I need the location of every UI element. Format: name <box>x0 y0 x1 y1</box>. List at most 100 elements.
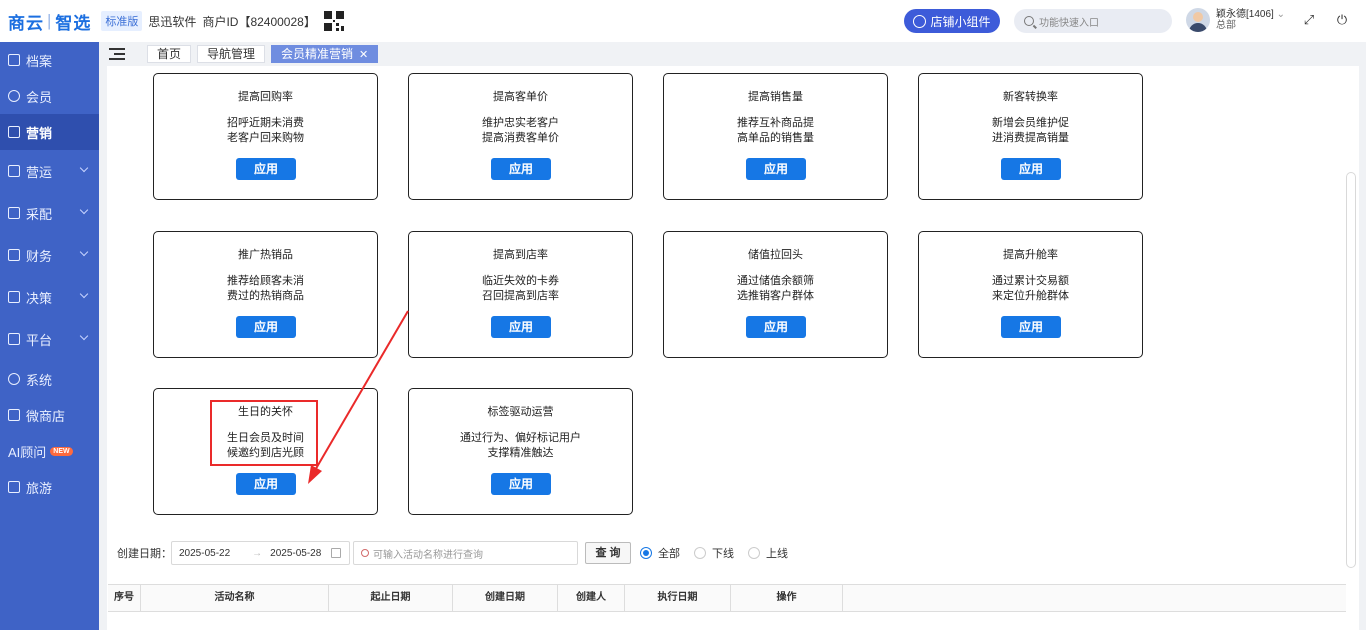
radio-label: 全部 <box>658 548 680 560</box>
chevron-down-icon <box>79 247 89 257</box>
card-description: 通过行为、偏好标记用户 支撑精准触达 <box>460 432 581 459</box>
chevron-down-icon <box>79 331 89 341</box>
activity-search-input[interactable]: 可输入活动名称进行查询 <box>353 541 578 565</box>
sidebar-item-label: 微商店 <box>26 408 66 424</box>
power-icon[interactable]: ⏻ <box>1335 13 1349 27</box>
apply-button[interactable]: 应用 <box>236 316 296 338</box>
sidebar-item-finance[interactable]: 财务 <box>0 234 99 276</box>
tab-label: 首页 <box>157 47 182 61</box>
radio-label: 上线 <box>766 548 788 560</box>
card-title: 新客转换率 <box>1003 91 1058 103</box>
edition-badge: 标准版 <box>101 11 143 31</box>
arrow-right-icon: → <box>252 547 263 559</box>
strategy-card-repurchase: 提高回购率 招呼近期未消费 老客户回来购物 应用 <box>153 73 378 200</box>
radio-offline[interactable]: 下线 <box>694 545 734 561</box>
top-bar: 商云 | 智选 标准版 思迅软件 商户ID【82400028】 店铺小组件 功能… <box>0 0 1366 42</box>
strategy-card-tag-driven: 标签驱动运营 通过行为、偏好标记用户 支撑精准触达 应用 <box>408 388 633 515</box>
operation-icon <box>8 165 20 177</box>
cloud-icon <box>913 14 927 28</box>
sidebar-item-label: 采配 <box>26 206 53 222</box>
logo-text-right: 智选 <box>55 13 92 33</box>
search-icon <box>361 549 369 557</box>
query-button[interactable]: 查 询 <box>585 542 631 564</box>
user-menu[interactable]: 颖永德[1406] ⌄ 总部 <box>1186 8 1285 32</box>
sidebar-item-label: 会员 <box>26 89 53 105</box>
apply-button[interactable]: 应用 <box>746 316 806 338</box>
settings-icon <box>8 373 20 385</box>
scrollbar[interactable] <box>1346 172 1356 568</box>
sidebar-item-micro-store[interactable]: 微商店 <box>0 398 99 432</box>
sidebar-item-operation[interactable]: 营运 <box>0 150 99 192</box>
sidebar-item-system[interactable]: 系统 <box>0 360 99 398</box>
start-date[interactable]: 2025-05-22 <box>179 548 230 559</box>
create-date-label: 创建日期： <box>117 548 172 560</box>
card-description: 推荐互补商品提 高单品的销售量 <box>737 117 814 144</box>
merchant-id: 商户ID【82400028】 <box>202 14 316 29</box>
tab-home[interactable]: 首页 <box>147 45 192 63</box>
end-date[interactable]: 2025-05-28 <box>270 548 321 559</box>
tab-nav-management[interactable]: 导航管理 <box>197 45 266 63</box>
column-header: 操作 <box>731 585 843 611</box>
sidebar: 档案 会员 营销 营运 采配 财务 决策 平台 系统 微商店 AI顾问 NEW … <box>0 42 99 630</box>
logo-separator: | <box>47 11 53 30</box>
apply-button[interactable]: 应用 <box>236 158 296 180</box>
strategy-card-hot-items: 推广热销品 推荐给顾客未消 费过的热销商品 应用 <box>153 231 378 358</box>
apply-button[interactable]: 应用 <box>491 473 551 495</box>
close-icon[interactable]: ✕ <box>359 49 368 61</box>
tab-member-marketing[interactable]: 会员精准营销 ✕ <box>271 45 379 63</box>
radio-all[interactable]: 全部 <box>640 545 680 561</box>
radio-label: 下线 <box>712 548 734 560</box>
annotation-highlight-box <box>210 400 318 466</box>
activity-table-header: 序号 活动名称 起止日期 创建日期 创建人 执行日期 操作 <box>108 584 1346 612</box>
tab-label: 会员精准营销 <box>281 47 354 61</box>
strategy-card-stored-value: 储值拉回头 通过储值余额筛 选推销客户群体 应用 <box>663 231 888 358</box>
sidebar-item-platform[interactable]: 平台 <box>0 318 99 360</box>
sidebar-item-label: 营销 <box>26 125 53 141</box>
column-header: 活动名称 <box>141 585 329 611</box>
archive-icon <box>8 54 20 66</box>
user-info: 颖永德[1406] ⌄ 总部 <box>1216 9 1285 31</box>
travel-icon <box>8 481 20 493</box>
card-description: 通过储值余额筛 选推销客户群体 <box>737 275 814 302</box>
date-range-picker[interactable]: 2025-05-22 → 2025-05-28 <box>171 541 350 565</box>
sidebar-item-purchase[interactable]: 采配 <box>0 192 99 234</box>
apply-button[interactable]: 应用 <box>491 316 551 338</box>
avatar <box>1186 8 1210 32</box>
store-icon <box>8 409 20 421</box>
sidebar-item-label: 系统 <box>26 372 53 388</box>
strategy-card-conversion: 新客转换率 新增会员维护促 进消费提高销量 应用 <box>918 73 1143 200</box>
fullscreen-icon[interactable]: ⤢ <box>1302 13 1316 27</box>
new-badge: NEW <box>50 446 73 456</box>
menu-collapse-icon[interactable] <box>109 48 125 60</box>
calendar-icon <box>331 548 341 558</box>
finance-icon <box>8 249 20 261</box>
store-widget-button[interactable]: 店铺小组件 <box>904 9 1000 33</box>
card-description: 推荐给顾客未消 费过的热销商品 <box>227 275 304 302</box>
sidebar-item-marketing[interactable]: 营销 <box>0 114 99 150</box>
sidebar-item-travel[interactable]: 旅游 <box>0 470 99 504</box>
card-title: 标签驱动运营 <box>487 406 554 418</box>
chevron-down-icon <box>79 163 89 173</box>
apply-button[interactable]: 应用 <box>1001 158 1061 180</box>
apply-button[interactable]: 应用 <box>236 473 296 495</box>
card-description: 招呼近期未消费 老客户回来购物 <box>227 117 304 144</box>
sidebar-item-ai-advisor[interactable]: AI顾问 NEW <box>0 432 99 470</box>
card-title: 提高升舱率 <box>1003 249 1058 261</box>
search-icon <box>1024 16 1034 26</box>
radio-online[interactable]: 上线 <box>748 545 788 561</box>
apply-button[interactable]: 应用 <box>746 158 806 180</box>
apply-button[interactable]: 应用 <box>491 158 551 180</box>
sidebar-item-decision[interactable]: 决策 <box>0 276 99 318</box>
app-logo[interactable]: 商云 | 智选 <box>8 9 91 34</box>
purchase-icon <box>8 207 20 219</box>
sidebar-item-archive[interactable]: 档案 <box>0 42 99 78</box>
qr-code-icon[interactable] <box>323 11 344 31</box>
sidebar-item-member[interactable]: 会员 <box>0 78 99 114</box>
company-name: 思迅软件 <box>148 14 197 29</box>
strategy-card-visit-rate: 提高到店率 临近失效的卡券 召回提高到店率 应用 <box>408 231 633 358</box>
card-description: 临近失效的卡券 召回提高到店率 <box>482 275 559 302</box>
quick-entry-search[interactable]: 功能快速入口 <box>1014 9 1172 33</box>
strategy-card-sales-volume: 提高销售量 推荐互补商品提 高单品的销售量 应用 <box>663 73 888 200</box>
card-title: 储值拉回头 <box>748 249 803 261</box>
apply-button[interactable]: 应用 <box>1001 316 1061 338</box>
